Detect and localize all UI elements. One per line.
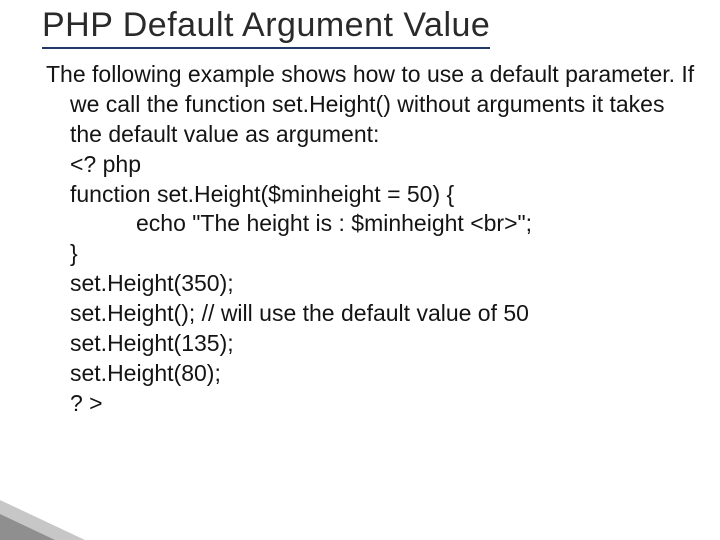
code-line-function-decl: function set.Height($minheight = 50) { bbox=[46, 180, 700, 210]
code-line-call-default: set.Height(); // will use the default va… bbox=[46, 299, 700, 329]
code-line-call-350: set.Height(350); bbox=[46, 269, 700, 299]
code-line-call-135: set.Height(135); bbox=[46, 329, 700, 359]
slide-body: The following example shows how to use a… bbox=[46, 60, 700, 419]
decorative-corner bbox=[0, 500, 85, 540]
page-title: PHP Default Argument Value bbox=[42, 6, 490, 49]
intro-paragraph: The following example shows how to use a… bbox=[46, 60, 700, 150]
code-line-open-tag: <? php bbox=[46, 150, 700, 180]
code-line-close-tag: ? > bbox=[46, 389, 700, 419]
code-line-echo: echo "The height is : $minheight <br>"; bbox=[46, 209, 700, 239]
slide: PHP Default Argument Value The following… bbox=[0, 0, 720, 540]
code-line-call-80: set.Height(80); bbox=[46, 359, 700, 389]
code-line-close-brace: } bbox=[46, 239, 700, 269]
